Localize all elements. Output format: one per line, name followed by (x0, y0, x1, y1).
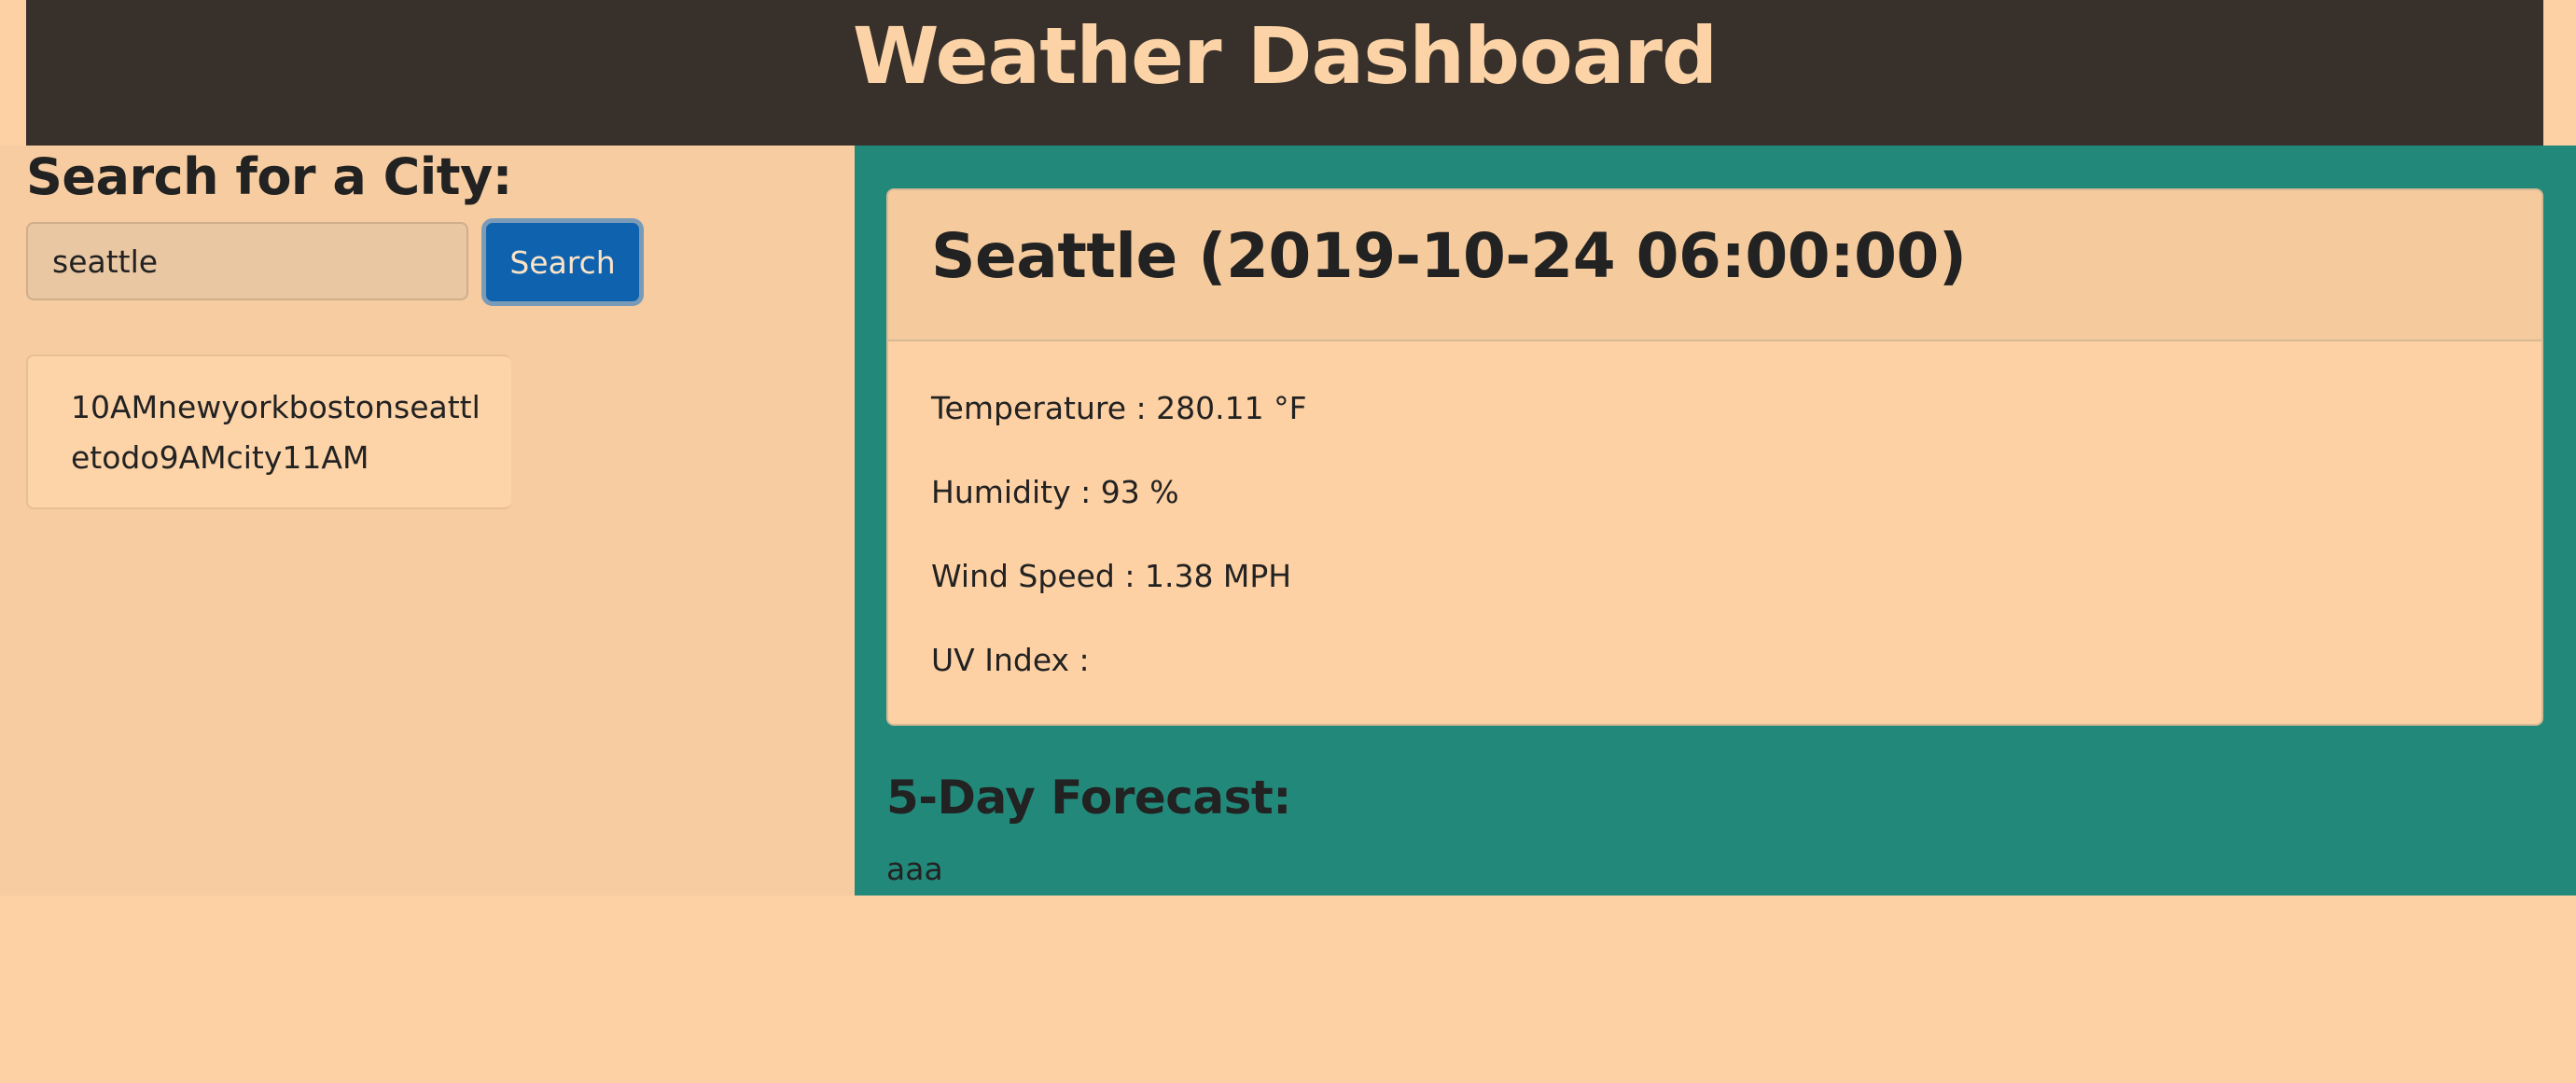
wind-speed-text: Wind Speed : 1.38 MPH (931, 558, 1292, 594)
uv-index-text: UV Index : (931, 642, 1090, 678)
sidebar: Search for a City: Search 10AMnewyorkbos… (0, 146, 855, 896)
city-date-title: Seattle (2019-10-24 06:00:00) (931, 220, 1967, 292)
page-title: Weather Dashboard (852, 10, 1718, 102)
current-weather-card-header: Seattle (2019-10-24 06:00:00) (888, 190, 2541, 341)
search-heading: Search for a City: (26, 147, 512, 206)
current-weather-card: Seattle (2019-10-24 06:00:00) Temperatur… (886, 188, 2543, 726)
search-button[interactable]: Search (481, 218, 644, 306)
humidity-text: Humidity : 93 % (931, 474, 1179, 510)
forecast-heading: 5-Day Forecast: (886, 771, 1291, 825)
search-history-list: 10AMnewyorkbostonseattletodo9AMcity11AM (26, 354, 511, 509)
forecast-content: aaa (886, 851, 943, 887)
search-history-item[interactable]: 10AMnewyorkbostonseattletodo9AMcity11AM (71, 382, 491, 483)
temperature-text: Temperature : 280.11 °F (931, 390, 1307, 426)
city-search-input[interactable] (26, 222, 468, 300)
header: Weather Dashboard (26, 0, 2543, 146)
main-panel: Seattle (2019-10-24 06:00:00) Temperatur… (855, 146, 2576, 896)
